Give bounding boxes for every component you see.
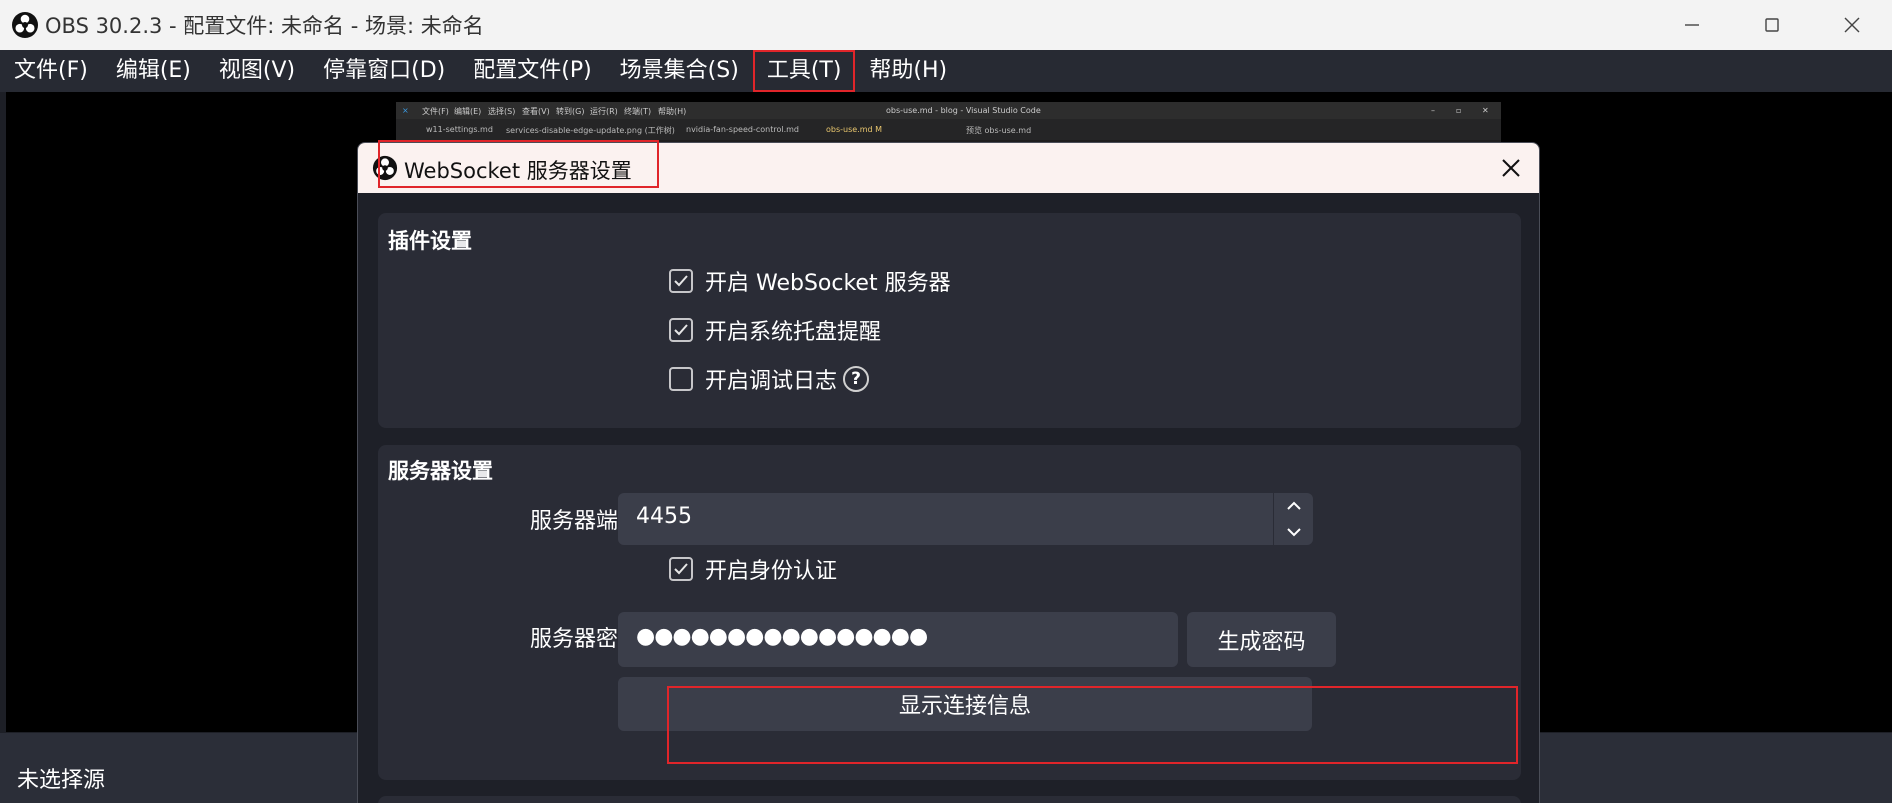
vscode-tab: 预览 obs-use.md <box>966 126 1032 135</box>
checkmark-icon <box>674 563 688 575</box>
next-settings-group <box>378 796 1521 803</box>
vscode-menu-item: 转到(G) <box>556 107 585 116</box>
vscode-close-icon: ✕ <box>1482 106 1489 115</box>
plugin-settings-title: 插件设置 <box>388 229 472 253</box>
server-port-value[interactable]: 4455 <box>636 504 692 529</box>
checkbox-checked[interactable] <box>669 557 693 581</box>
chevron-down-icon <box>1287 528 1301 537</box>
close-window-button[interactable] <box>1812 0 1892 50</box>
spin-down-button[interactable] <box>1274 519 1314 545</box>
vscode-maximize-icon: ▫ <box>1456 106 1462 115</box>
vscode-tab: nvidia-fan-speed-control.md <box>686 125 799 134</box>
title-highlight-box <box>378 140 659 188</box>
menu-bar: 文件(F) 编辑(E) 视图(V) 停靠窗口(D) 配置文件(P) 场景集合(S… <box>0 50 1892 92</box>
vscode-tab: w11-settings.md <box>426 125 493 134</box>
window-titlebar: OBS 30.2.3 - 配置文件: 未命名 - 场景: 未命名 <box>0 0 1892 50</box>
checkbox-checked[interactable] <box>669 269 693 293</box>
maximize-icon <box>1765 18 1779 32</box>
plugin-settings-group: 插件设置 开启 WebSocket 服务器 开启系统托盘提醒 开启调试日志 ? <box>378 213 1521 428</box>
enable-authentication-checkbox[interactable]: 开启身份认证 <box>669 553 837 585</box>
menu-edit[interactable]: 编辑(E) <box>102 50 205 92</box>
vscode-menu-item: 帮助(H) <box>658 107 687 116</box>
maximize-button[interactable] <box>1732 0 1812 50</box>
server-port-spinbox[interactable]: 4455 <box>618 493 1313 545</box>
vscode-menu-item: 编辑(E) <box>454 107 482 116</box>
window-controls <box>1652 0 1892 50</box>
server-password-field[interactable]: ●●●●●●●●●●●●●●●● <box>618 612 1178 667</box>
vscode-menu-item: 终端(T) <box>624 107 652 116</box>
checkbox-label: 开启调试日志 <box>705 369 838 394</box>
spin-up-button[interactable] <box>1274 493 1314 519</box>
checkbox-label: 开启 WebSocket 服务器 <box>705 271 951 296</box>
spin-arrows <box>1273 493 1313 545</box>
vscode-window-thumbnail: ⨯ 文件(F) 编辑(E) 选择(S) 查看(V) 转到(G) 运行(R) 终端… <box>396 102 1501 142</box>
menu-tools[interactable]: 工具(T) <box>752 50 856 92</box>
vscode-tab-active: obs-use.md M <box>826 125 883 134</box>
menu-file[interactable]: 文件(F) <box>0 50 102 92</box>
menu-view[interactable]: 视图(V) <box>205 50 309 92</box>
server-settings-title: 服务器设置 <box>388 459 493 483</box>
menu-scene-collection[interactable]: 场景集合(S) <box>606 50 753 92</box>
show-connect-info-highlight-box <box>667 686 1518 764</box>
vscode-menu-item: 选择(S) <box>488 107 516 116</box>
checkmark-icon <box>674 275 688 287</box>
obs-logo-icon <box>12 12 38 38</box>
window-title: OBS 30.2.3 - 配置文件: 未命名 - 场景: 未命名 <box>45 14 484 38</box>
no-source-label: 未选择源 <box>17 768 106 793</box>
checkbox-label: 开启系统托盘提醒 <box>705 320 882 345</box>
help-icon[interactable]: ? <box>843 366 870 392</box>
close-icon[interactable] <box>1499 156 1523 180</box>
checkbox-label: 开启身份认证 <box>705 559 838 584</box>
menu-profile[interactable]: 配置文件(P) <box>459 50 605 92</box>
close-icon <box>1844 17 1860 33</box>
menu-help[interactable]: 帮助(H) <box>855 50 961 92</box>
vscode-menu-item: 运行(R) <box>590 107 618 116</box>
vscode-menu-item: 查看(V) <box>522 107 550 116</box>
vscode-minimize-icon: – <box>1431 106 1435 115</box>
checkbox-checked[interactable] <box>669 318 693 342</box>
enable-debug-log-checkbox[interactable]: 开启调试日志 ? <box>669 363 870 395</box>
menu-docks[interactable]: 停靠窗口(D) <box>309 50 459 92</box>
enable-system-tray-checkbox[interactable]: 开启系统托盘提醒 <box>669 314 881 346</box>
vscode-tab: services-disable-edge-update.png (工作树) <box>506 126 675 135</box>
vscode-window-title: obs-use.md - blog - Visual Studio Code <box>886 106 1041 115</box>
generate-password-button[interactable]: 生成密码 <box>1187 612 1336 667</box>
enable-websocket-server-checkbox[interactable]: 开启 WebSocket 服务器 <box>669 265 951 297</box>
chevron-up-icon <box>1287 501 1301 510</box>
vscode-titlebar: ⨯ 文件(F) 编辑(E) 选择(S) 查看(V) 转到(G) 运行(R) 终端… <box>396 102 1501 119</box>
vscode-tabs: w11-settings.md services-disable-edge-up… <box>396 119 1501 140</box>
server-password-value[interactable]: ●●●●●●●●●●●●●●●● <box>636 624 928 649</box>
minimize-icon <box>1685 24 1699 26</box>
vscode-menu-item: 文件(F) <box>422 107 449 116</box>
vscode-logo-icon: ⨯ <box>402 106 409 115</box>
checkmark-icon <box>674 324 688 336</box>
checkbox-unchecked[interactable] <box>669 367 693 391</box>
minimize-button[interactable] <box>1652 0 1732 50</box>
